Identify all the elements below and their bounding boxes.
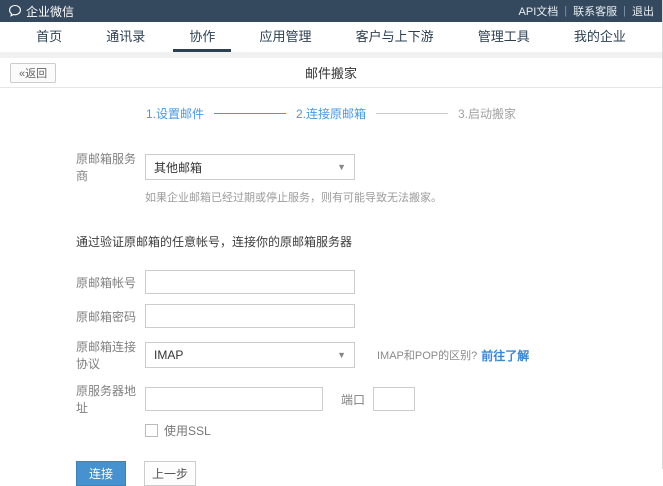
port-input[interactable] — [373, 387, 415, 411]
connect-button[interactable]: 连接 — [76, 461, 126, 486]
page-title: 邮件搬家 — [305, 63, 357, 82]
server-address-input[interactable] — [145, 387, 323, 411]
api-docs-link[interactable]: API文档 — [519, 3, 559, 19]
logout-link[interactable]: 退出 — [632, 3, 654, 19]
protocol-question-text: IMAP和POP的区别? — [377, 347, 477, 363]
learn-more-link[interactable]: 前往了解 — [481, 347, 529, 364]
account-label: 原邮箱帐号 — [76, 274, 145, 291]
step-3-start-migration: 3.启动搬家 — [458, 105, 516, 122]
server-address-label: 原服务器地址 — [76, 382, 145, 416]
password-input[interactable] — [145, 304, 355, 328]
nav-tab-customers[interactable]: 客户与上下游 — [340, 22, 450, 52]
back-button[interactable]: «返回 — [10, 63, 56, 83]
step-connector-pending — [376, 113, 448, 114]
steps-indicator: 1.设置邮件 2.连接原邮箱 3.启动搬家 — [0, 105, 662, 122]
provider-select[interactable]: 其他邮箱 ▼ — [145, 154, 355, 180]
provider-selected-value: 其他邮箱 — [154, 159, 202, 176]
protocol-select[interactable]: IMAP ▼ — [145, 342, 355, 368]
provider-label: 原邮箱服务商 — [76, 150, 145, 184]
port-label: 端口 — [341, 391, 365, 408]
password-label: 原邮箱密码 — [76, 308, 145, 325]
step-2-connect-mailbox: 2.连接原邮箱 — [296, 105, 366, 122]
provider-hint: 如果企业邮箱已经过期或停止服务，则有可能导致无法搬家。 — [145, 189, 662, 205]
form-actions: 连接 上一步 — [76, 461, 662, 486]
verify-section-note: 通过验证原邮箱的任意帐号，连接你的原邮箱服务器 — [76, 233, 662, 250]
ssl-row: 使用SSL — [145, 422, 662, 439]
brand: 企业微信 — [8, 3, 74, 20]
main-nav: 首页 通讯录 协作 应用管理 客户与上下游 管理工具 我的企业 — [0, 22, 662, 52]
ssl-checkbox[interactable] — [145, 424, 158, 437]
separator: | — [564, 5, 567, 17]
nav-tab-management-tools[interactable]: 管理工具 — [462, 22, 546, 52]
step-1-setup-mail: 1.设置邮件 — [146, 105, 204, 122]
protocol-label: 原邮箱连接协议 — [76, 338, 145, 372]
topbar: 企业微信 API文档 | 联系客服 | 退出 — [0, 0, 662, 22]
nav-tab-home[interactable]: 首页 — [20, 22, 78, 52]
previous-step-button[interactable]: 上一步 — [144, 461, 196, 486]
ssl-label: 使用SSL — [164, 422, 211, 439]
nav-tab-contacts[interactable]: 通讯录 — [90, 22, 161, 52]
account-input[interactable] — [145, 270, 355, 294]
protocol-selected-value: IMAP — [154, 348, 183, 362]
step-connector-done — [214, 113, 286, 114]
nav-tab-my-enterprise[interactable]: 我的企业 — [558, 22, 642, 52]
app-window: 企业微信 API文档 | 联系客服 | 退出 首页 通讯录 协作 应用管理 客户… — [0, 0, 663, 469]
nav-tab-app-management[interactable]: 应用管理 — [243, 22, 327, 52]
nav-tab-collaboration[interactable]: 协作 — [173, 22, 231, 52]
topbar-links: API文档 | 联系客服 | 退出 — [519, 3, 654, 19]
brand-name: 企业微信 — [26, 3, 74, 20]
mail-migration-form: 原邮箱服务商 其他邮箱 ▼ 如果企业邮箱已经过期或停止服务，则有可能导致无法搬家… — [76, 150, 662, 439]
separator: | — [623, 5, 626, 17]
chevron-down-icon: ▼ — [337, 162, 346, 172]
chat-bubble-logo-icon — [8, 4, 22, 18]
contact-support-link[interactable]: 联系客服 — [573, 3, 617, 19]
chevron-down-icon: ▼ — [337, 350, 346, 360]
page-header: «返回 邮件搬家 — [0, 58, 662, 88]
